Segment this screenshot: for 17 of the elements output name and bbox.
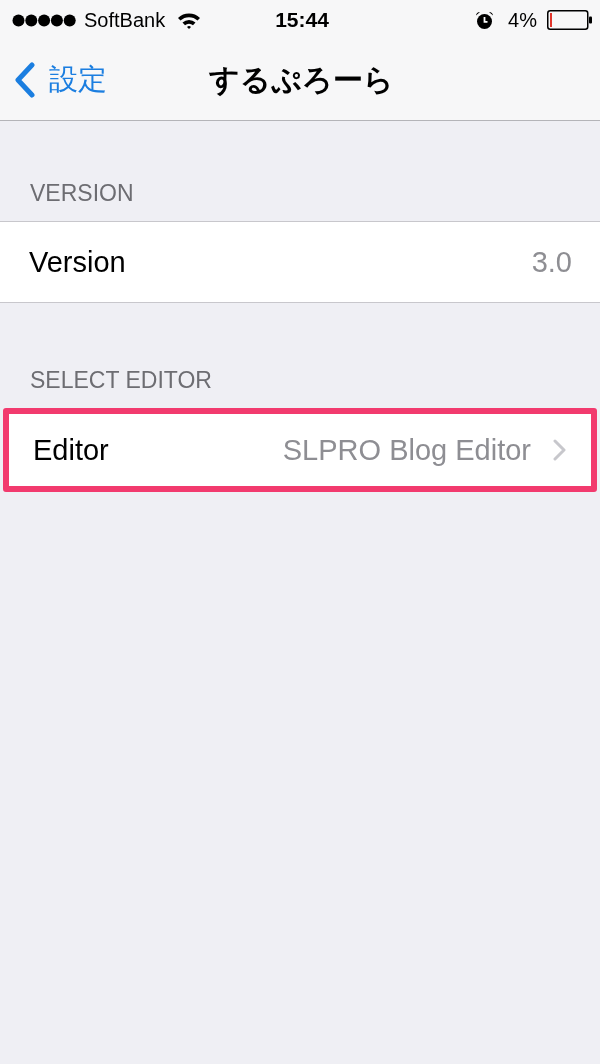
screen-title: するぷろーら (208, 61, 394, 98)
back-button[interactable]: 設定 (14, 60, 107, 100)
section-header: SELECT EDITOR (30, 367, 212, 393)
wifi-icon (177, 11, 202, 29)
row-value: 3.0 (531, 245, 572, 279)
chevron-right-icon (553, 439, 566, 461)
row-label: Version (29, 245, 127, 279)
carrier-name: SoftBank (84, 8, 166, 32)
clock-time: 15:44 (275, 8, 329, 32)
signal-strength-icon (12, 13, 76, 27)
section-header: VERSION (30, 180, 134, 206)
row-value: SLPRO Blog Editor (282, 433, 531, 467)
chevron-left-icon (14, 62, 36, 98)
battery-percentage: 4% (508, 8, 537, 32)
battery-icon (547, 10, 592, 30)
row-label: Editor (33, 433, 110, 467)
alarm-clock-icon (475, 10, 495, 30)
